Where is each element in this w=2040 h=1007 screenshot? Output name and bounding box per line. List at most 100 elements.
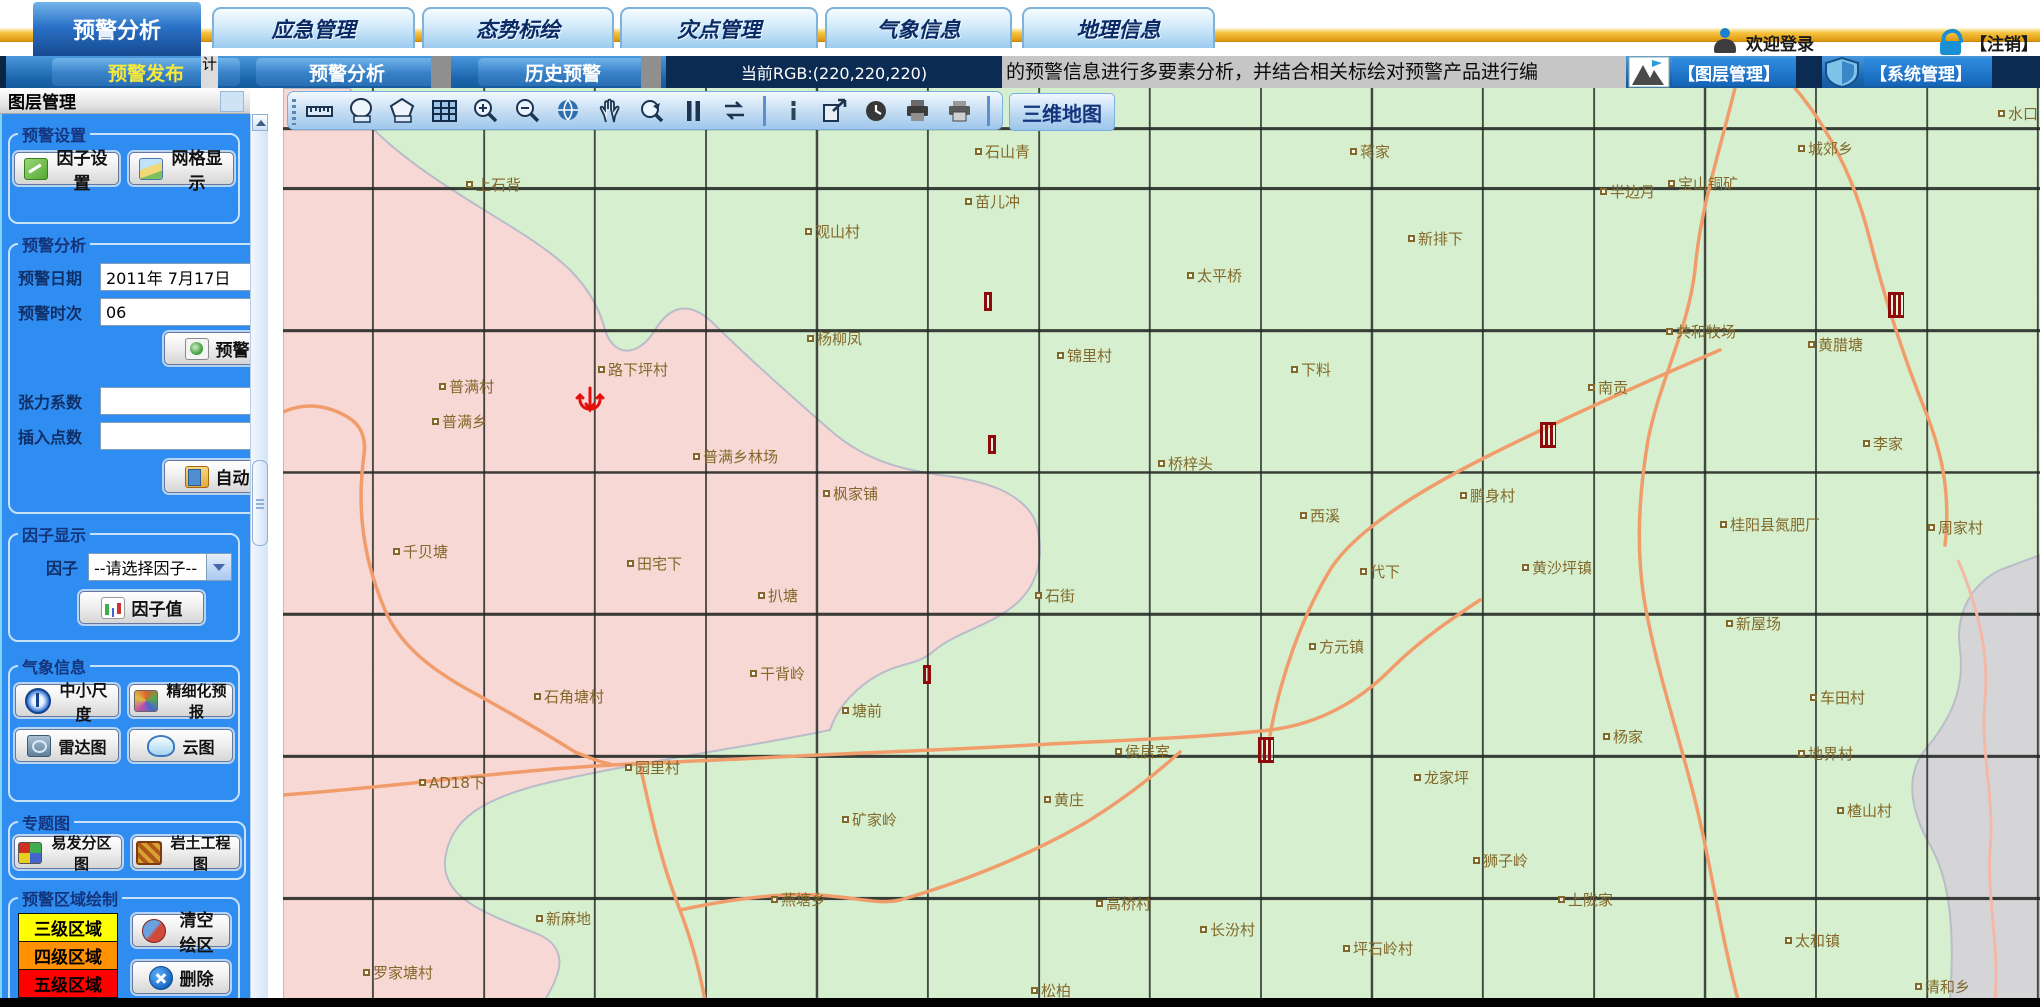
warn-level-item[interactable]: 四级区域 <box>18 941 118 970</box>
map-place-label: 蒋家 <box>1350 141 1390 162</box>
tab-emergency-management[interactable]: 应急管理 <box>212 7 415 48</box>
susceptibility-zoning-button[interactable]: 易发分区图 <box>14 836 122 869</box>
place-marker-icon <box>625 764 632 771</box>
logout-button[interactable]: 【注销】 <box>1940 28 2038 56</box>
group-title: 专题图 <box>18 810 74 834</box>
map-3d-button[interactable]: 三维地图 <box>1009 93 1115 131</box>
zoom-previous-tool[interactable] <box>632 95 672 127</box>
scrollbar-thumb[interactable] <box>252 460 268 546</box>
measure-polygon-tool[interactable] <box>383 95 423 127</box>
fine-forecast-button[interactable]: 精细化预报 <box>129 684 233 717</box>
subtab-warning-analysis[interactable]: 预警分析 <box>256 58 438 86</box>
map-place-label: 清和乡 <box>1915 976 1970 997</box>
refresh-tool[interactable] <box>715 95 755 127</box>
toolbar-grip[interactable] <box>292 99 296 125</box>
map-place-label: 千贝塘 <box>393 541 448 562</box>
place-marker-icon <box>534 693 541 700</box>
map-place-label: 燕塘乡 <box>771 889 826 910</box>
place-marker-icon <box>432 418 439 425</box>
warn-date-select[interactable]: 2011年 7月17日 <box>100 263 250 291</box>
print-preview-tool[interactable] <box>898 95 938 127</box>
nav-fill <box>1796 56 1822 88</box>
history-tool[interactable] <box>857 95 897 127</box>
warn-time-select[interactable]: 06 <box>100 298 250 326</box>
user-icon <box>1712 28 1738 56</box>
cloud-map-button[interactable]: 云图 <box>129 729 233 762</box>
place-marker-icon <box>1300 512 1307 519</box>
map-place-label: 新排下 <box>1408 228 1463 249</box>
map-place-label: 干背岭 <box>750 663 805 684</box>
warn-date-label: 预警日期 <box>18 265 100 289</box>
measure-distance-tool[interactable] <box>300 95 340 127</box>
grid-display-button[interactable]: 网格显示 <box>129 152 234 185</box>
layer-manage-icon[interactable] <box>1628 56 1670 88</box>
warn-level-item[interactable]: 五级区域 <box>18 969 118 998</box>
map-place-label: 杨柳凤 <box>807 328 862 349</box>
map-place-label: 黄庄 <box>1044 789 1084 810</box>
sidebar-scrollbar[interactable] <box>250 114 268 1000</box>
map-place-label: 田宅下 <box>627 553 682 574</box>
fine-forecast-icon <box>134 690 158 712</box>
warning-analyze-button[interactable]: 预警分析 <box>164 332 250 365</box>
logout-label: 【注销】 <box>1970 30 2038 55</box>
tab-situation-plotting[interactable]: 态势标绘 <box>422 7 614 48</box>
system-manage-button[interactable]: 【系统管理】 <box>1864 58 2004 86</box>
tab-warning-analysis[interactable]: 预警分析 <box>33 2 201 56</box>
outside-boundary-region <box>1912 555 2040 1000</box>
factor-settings-icon <box>24 158 48 180</box>
geotech-map-button[interactable]: 岩土工程图 <box>132 836 240 869</box>
grid-tool[interactable] <box>425 95 465 127</box>
panel-corner-button[interactable] <box>220 91 244 112</box>
auto-map-button[interactable]: 自动成图 <box>164 460 250 493</box>
map-place-label: 园里村 <box>625 757 680 778</box>
layer-manage-button[interactable]: 【图层管理】 <box>1672 58 1808 86</box>
factor-settings-button[interactable]: 因子设置 <box>14 152 119 185</box>
tension-input[interactable] <box>100 387 250 415</box>
group-title: 因子显示 <box>18 522 90 546</box>
group-factor-display: 因子显示 因子 --请选择因子-- 因子值 <box>8 522 240 642</box>
map-viewport[interactable]: 上石背石山青苗儿冲观山村蒋家城郊乡水口半边月宝山铜矿新排下太平桥共和牧场黄腊塘杨… <box>283 88 2040 1000</box>
place-marker-icon <box>1473 857 1480 864</box>
place-marker-icon <box>1408 235 1415 242</box>
meso-scale-button[interactable]: 中小尺度 <box>15 684 119 717</box>
warn-level-item[interactable]: 三级区域 <box>18 913 118 942</box>
current-rgb-readout: 当前RGB:(220,220,220) <box>666 56 1002 88</box>
chevron-down-icon[interactable] <box>206 554 231 580</box>
info-tool[interactable] <box>774 95 814 127</box>
map-place-label: 普满村 <box>439 376 494 397</box>
insert-points-input[interactable] <box>100 422 250 450</box>
measure-circle-tool[interactable] <box>342 95 382 127</box>
tab-geographic-info[interactable]: 地理信息 <box>1022 7 1215 48</box>
radar-icon <box>27 735 51 757</box>
factor-value-button[interactable]: 因子值 <box>79 591 204 624</box>
pause-tool[interactable] <box>674 95 714 127</box>
subtab-history-warning[interactable]: 历史预警 <box>478 58 648 86</box>
map-place-label: 石山青 <box>975 141 1030 162</box>
delete-button[interactable]: 删除 <box>132 961 230 994</box>
tab-disaster-points[interactable]: 灾点管理 <box>620 7 818 48</box>
map-place-label: 高桥村 <box>1096 893 1151 914</box>
system-manage-icon[interactable] <box>1822 56 1862 88</box>
map-place-label: 周家村 <box>1928 517 1983 538</box>
zoom-in-tool[interactable] <box>466 95 506 127</box>
map-place-label: 罗家塘村 <box>363 962 433 983</box>
clear-draw-area-button[interactable]: 清空绘区 <box>132 914 230 947</box>
place-marker-icon <box>975 148 982 155</box>
print-tool[interactable] <box>940 95 980 127</box>
factor-select[interactable]: --请选择因子-- <box>88 553 232 581</box>
scroll-up-button[interactable] <box>252 114 268 131</box>
zoom-out-tool[interactable] <box>508 95 548 127</box>
full-extent-tool[interactable] <box>549 95 589 127</box>
welcome-login[interactable]: 欢迎登录 <box>1712 28 1814 56</box>
top-bar: 预警分析 应急管理 态势标绘 灾点管理 气象信息 地理信息 欢迎登录 【注销】 <box>0 0 2040 56</box>
place-marker-icon <box>419 779 426 786</box>
place-marker-icon <box>439 383 446 390</box>
pan-tool[interactable] <box>591 95 631 127</box>
map-place-label: 方元镇 <box>1309 636 1364 657</box>
radar-map-button[interactable]: 雷达图 <box>15 729 119 762</box>
place-marker-icon <box>1720 521 1727 528</box>
export-tool[interactable] <box>815 95 855 127</box>
divider <box>641 56 661 88</box>
tab-weather-info[interactable]: 气象信息 <box>825 7 1012 48</box>
tension-label: 张力系数 <box>18 389 100 413</box>
